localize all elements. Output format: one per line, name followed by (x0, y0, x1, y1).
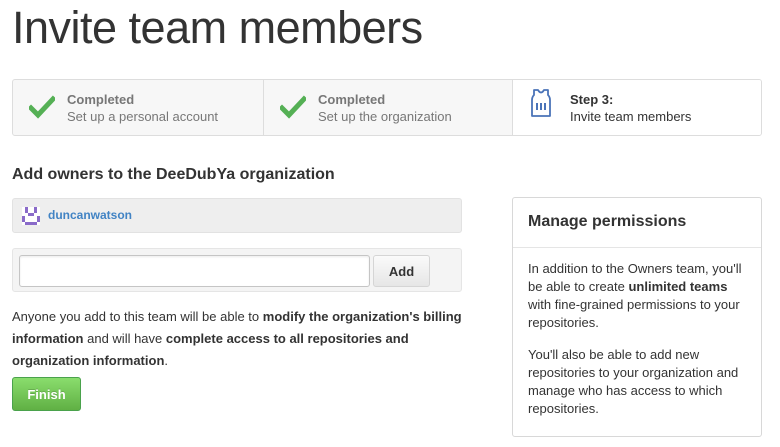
step-2-title: Completed (318, 92, 386, 107)
permissions-paragraph: You'll also be able to add new repositor… (528, 347, 739, 416)
notice-text: and will have (83, 331, 166, 346)
step-2-desc: Set up the organization (318, 109, 452, 124)
setup-steps: Completed Set up a personal account Comp… (12, 79, 762, 136)
step-1-desc: Set up a personal account (67, 109, 219, 124)
owner-list-item: duncanwatson (12, 198, 462, 233)
permissions-paragraph: In addition to the Owners team, you'll b… (528, 260, 746, 332)
step-3-title: Step 3: (570, 92, 614, 107)
manage-permissions-panel: Manage permissions In addition to the Ow… (512, 197, 762, 437)
step-3-desc: Invite team members (570, 109, 692, 124)
owner-username-link[interactable]: duncanwatson (48, 208, 132, 222)
avatar (22, 207, 40, 225)
step-3: Step 3: Invite team members (513, 80, 761, 135)
manage-permissions-body: In addition to the Owners team, you'll b… (513, 248, 761, 418)
add-owner-form: Add (12, 248, 462, 292)
permissions-notice: Anyone you add to this team will be able… (12, 306, 462, 372)
step-1-title: Completed (67, 92, 135, 107)
finish-button[interactable]: Finish (12, 377, 81, 411)
jersey-icon (531, 89, 551, 117)
add-owner-input[interactable] (19, 255, 370, 287)
step-1: Completed Set up a personal account (13, 80, 264, 135)
notice-text: Anyone you add to this team will be able… (12, 309, 263, 324)
step-2: Completed Set up the organization (264, 80, 513, 135)
page-title: Invite team members (12, 2, 423, 53)
check-icon (280, 95, 306, 119)
check-icon (29, 95, 55, 119)
permissions-text: with fine-grained permissions to your re… (528, 297, 740, 330)
owners-heading: Add owners to the DeeDubYa organization (12, 166, 335, 183)
manage-permissions-title: Manage permissions (513, 198, 761, 248)
add-button[interactable]: Add (373, 255, 430, 287)
notice-text: . (164, 353, 169, 368)
permissions-bold-teams: unlimited teams (628, 279, 728, 294)
